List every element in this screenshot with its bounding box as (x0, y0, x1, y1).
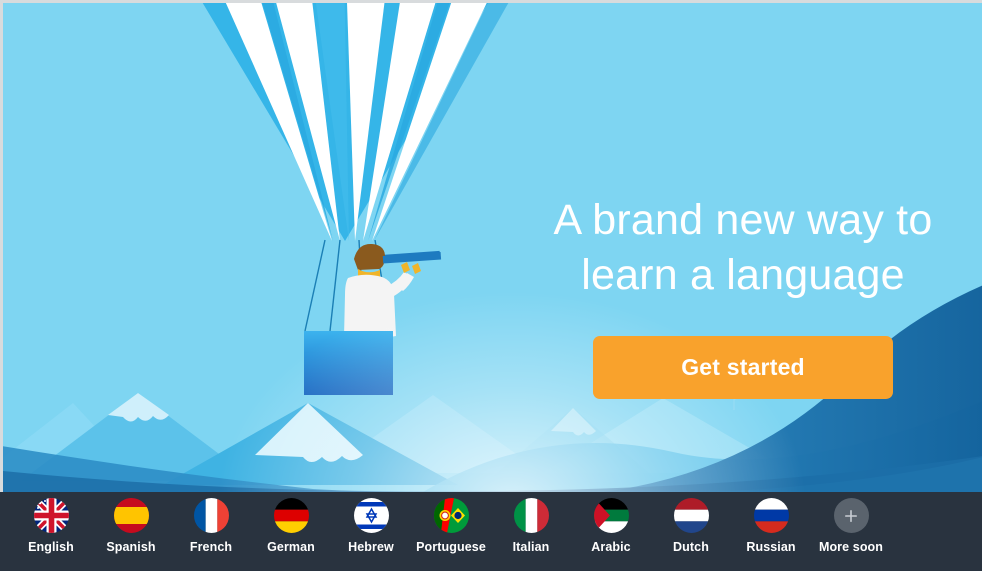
flag-italian-icon (513, 498, 549, 533)
language-label: Italian (512, 540, 550, 554)
flag-portuguese-icon (433, 498, 469, 533)
language-item-french[interactable]: French (171, 498, 251, 554)
plus-icon (833, 498, 869, 533)
flag-russian-icon (753, 498, 789, 533)
language-label: More soon (818, 540, 884, 554)
app-screen: A brand new way to learn a language Get … (0, 0, 982, 571)
language-label: Russian (746, 540, 796, 554)
balloon-basket (304, 331, 393, 395)
language-item-spanish[interactable]: Spanish (91, 498, 171, 554)
flag-german-icon (273, 498, 309, 533)
flag-arabic-icon (593, 498, 629, 533)
headline-line-1: A brand new way to (553, 196, 933, 244)
flag-french-icon (193, 498, 229, 533)
headline-line-2: learn a language (581, 251, 905, 300)
language-item-dutch[interactable]: Dutch (651, 498, 731, 554)
language-label: French (189, 540, 233, 554)
language-item-hebrew[interactable]: Hebrew (331, 498, 411, 554)
language-item-arabic[interactable]: Arabic (571, 498, 651, 554)
language-label: Hebrew (348, 540, 394, 554)
language-item-english[interactable]: English (11, 498, 91, 554)
language-label: Spanish (106, 540, 156, 554)
language-item-portuguese[interactable]: Portuguese (411, 498, 491, 554)
language-item-more-soon[interactable]: More soon (811, 498, 891, 554)
language-item-german[interactable]: German (251, 498, 331, 554)
hero-copy: A brand new way to learn a language Get … (528, 193, 958, 400)
language-selector-bar: English Spanish French German Hebrew Por… (0, 492, 982, 571)
flag-dutch-icon (673, 498, 709, 533)
get-started-button[interactable]: Get started (593, 336, 893, 400)
language-label: Dutch (673, 540, 709, 554)
hero-section: A brand new way to learn a language Get … (3, 3, 982, 492)
flag-hebrew-icon (353, 498, 389, 533)
language-item-russian[interactable]: Russian (731, 498, 811, 554)
page-title: A brand new way to learn a language (528, 193, 958, 303)
language-item-italian[interactable]: Italian (491, 498, 571, 554)
cta-container: Get started (528, 336, 958, 400)
flag-english-icon (33, 498, 69, 533)
flag-spanish-icon (113, 498, 149, 533)
language-label: Arabic (591, 540, 631, 554)
language-label: English (28, 540, 74, 554)
language-label: German (267, 540, 315, 554)
language-label: Portuguese (416, 540, 486, 554)
